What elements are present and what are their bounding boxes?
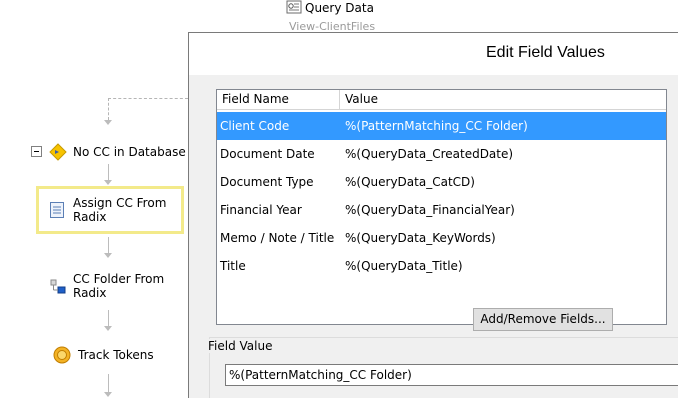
query-data-node[interactable] (286, 0, 302, 17)
collapse-toggle-icon[interactable] (31, 146, 43, 158)
query-data-title: Query Data (305, 1, 374, 15)
row-value: %(PatternMatching_CC Folder) (345, 119, 528, 133)
row-value: %(QueryData_FinancialYear) (345, 203, 515, 217)
row-field-name: Client Code (220, 119, 290, 133)
table-row[interactable]: Client Code %(PatternMatching_CC Folder) (217, 112, 666, 140)
table-row[interactable]: Document Date %(QueryData_CreatedDate) (217, 140, 666, 168)
row-field-name: Financial Year (220, 203, 302, 217)
node-label-line2: Radix (73, 210, 107, 224)
field-value-label: Field Value (206, 339, 275, 353)
arrow-head (104, 120, 112, 125)
column-header-value[interactable]: Value (340, 90, 666, 110)
grid-header: Field Name Value (217, 90, 666, 110)
arrow-head (104, 392, 112, 397)
table-row[interactable]: Memo / Note / Title %(QueryData_KeyWords… (217, 224, 666, 252)
arrow-head (104, 180, 112, 185)
dashed-connector (108, 98, 188, 99)
row-value: %(QueryData_CatCD) (345, 175, 475, 189)
dialog-title: Edit Field Values (486, 44, 605, 61)
row-value: %(QueryData_CreatedDate) (345, 147, 514, 161)
edit-field-values-dialog: Edit Field Values Field Name Value Clien… (188, 32, 678, 398)
node-label: Assign CC From Radix (73, 196, 166, 224)
node-cc-folder-from-radix[interactable]: CC Folder From Radix (50, 272, 164, 300)
row-field-name: Document Date (220, 147, 315, 161)
node-assign-cc-from-radix[interactable]: Assign CC From Radix (50, 196, 166, 224)
table-row[interactable]: Title %(QueryData_Title) (217, 252, 666, 280)
table-row[interactable]: Document Type %(QueryData_CatCD) (217, 168, 666, 196)
row-field-name: Document Type (220, 175, 314, 189)
document-form-icon (50, 202, 64, 218)
query-data-icon (286, 0, 302, 14)
connector (108, 374, 109, 392)
node-label: No CC in Database (73, 145, 186, 159)
column-header-field-name[interactable]: Field Name (217, 90, 340, 110)
token-coin-icon (53, 346, 71, 364)
row-field-name: Memo / Note / Title (220, 231, 335, 245)
row-value: %(QueryData_Title) (345, 259, 463, 273)
node-track-tokens[interactable]: Track Tokens (53, 346, 154, 364)
arrow-head (104, 253, 112, 258)
node-label: Track Tokens (78, 348, 154, 362)
node-no-cc-in-database[interactable]: No CC in Database (31, 143, 186, 161)
node-label-line1: Assign CC From (73, 196, 167, 210)
folder-tree-icon (50, 279, 66, 294)
table-row[interactable]: Financial Year %(QueryData_FinancialYear… (217, 196, 666, 224)
arrow-head (104, 326, 112, 331)
field-value-input[interactable]: %(PatternMatching_CC Folder) (225, 364, 678, 386)
row-field-name: Title (220, 259, 246, 273)
decision-diamond-icon (49, 143, 67, 161)
add-remove-fields-button[interactable]: Add/Remove Fields... (473, 308, 613, 331)
node-label-line1: CC Folder From (73, 272, 165, 286)
node-label: CC Folder From Radix (73, 272, 164, 300)
dialog-titlebar[interactable]: Edit Field Values (189, 33, 678, 75)
row-value: %(QueryData_KeyWords) (345, 231, 496, 245)
field-values-grid[interactable]: Field Name Value Client Code %(PatternMa… (216, 89, 667, 325)
dashed-connector-drop (108, 98, 109, 120)
node-label-line2: Radix (73, 286, 107, 300)
